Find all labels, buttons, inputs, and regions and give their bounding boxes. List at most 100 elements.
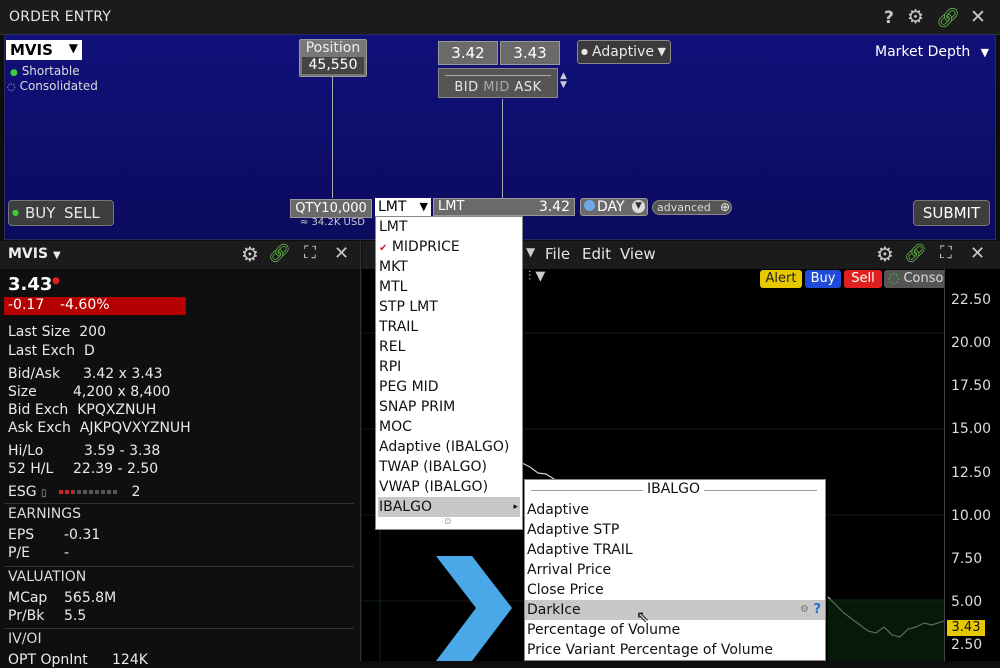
link-icon[interactable]: 🔗︎ [904,243,927,264]
esg-row: ESG ▯ 2 [8,484,141,500]
flag-icon: ✔ [379,243,388,254]
menu-item[interactable]: REL [378,337,520,357]
chevron-down-icon: ▼ [419,200,428,213]
submenu-item[interactable]: Percentage of Volume [525,620,825,640]
consolidated-toggle[interactable]: ◌ Consolidated [7,79,98,93]
menu-item[interactable]: VWAP (IBALGO) [378,477,520,497]
submenu-item[interactable]: Price Variant Percentage of Volume [525,640,825,660]
submenu-item-highlighted[interactable]: DarkIce ⚙ ? [525,600,825,620]
y-axis-label: 12.50 [951,465,992,481]
quote-row: EPS -0.31 [8,527,101,543]
valuation-header: VALUATION [8,569,87,585]
y-axis-label: 5.00 [951,594,983,610]
ibalgo-submenu: IBALGO Adaptive Adaptive STP Adaptive TR… [524,479,826,661]
y-axis-label: 2.50 [951,637,983,653]
time-in-force-select[interactable]: DAY ▼ [580,198,648,216]
menu-view[interactable]: View [620,245,656,263]
quote-row: P/E - [8,545,70,561]
y-axis-label: 22.50 [951,292,992,308]
advanced-toggle[interactable]: advanced ⊕ [652,200,732,215]
menu-item[interactable]: STP LMT [378,297,520,317]
position-value: 45,550 [302,57,364,74]
menu-item[interactable]: MOC [378,417,520,437]
submenu-arrow-icon: ▸ [513,502,518,512]
menu-file[interactable]: File [545,245,570,263]
menu-item-selected[interactable]: IBALGO ▸ [378,497,520,517]
stepper-icon[interactable]: ▲ ▼ [560,72,567,90]
close-icon[interactable]: ✕ [970,6,986,28]
y-axis-label: 20.00 [951,335,992,351]
submenu-title: IBALGO [643,481,704,497]
price-connector [502,99,503,198]
algo-selector-button[interactable]: ● Adaptive ▼ [577,40,671,64]
chevron-down-icon: ▼ [980,46,990,59]
submenu-item[interactable]: Arrival Price [525,560,825,580]
y-axis-label: 15.00 [951,421,992,437]
chevron-right-icon [436,556,512,661]
expand-icon[interactable]: ⛶ [304,243,316,263]
link-icon[interactable]: 🔗︎ [268,243,291,264]
symbol-input[interactable]: MVIS ▼ [6,40,82,60]
menu-item[interactable]: PEG MID [378,377,520,397]
link-icon[interactable]: 🔗︎ [936,6,960,29]
quote-row: Last Size 200 [8,324,106,340]
green-dot-icon: ● [12,208,19,217]
document-icon: ▯ [41,488,47,499]
menu-item[interactable]: LMT [378,217,520,237]
bid-mid-ask-slider[interactable]: BID MID ASK [438,68,558,98]
menu-item[interactable]: RPI [378,357,520,377]
order-type-select[interactable]: LMT ▼ [375,198,431,216]
gear-icon[interactable]: ⚙ [241,242,259,266]
ivoi-header: IV/OI [8,631,42,647]
help-icon[interactable]: ? [813,600,821,620]
quantity-usd-estimate: ≈ 34.2K USD [300,217,365,228]
limit-price-value: 3.42 [538,199,570,215]
plus-icon: ⊕ [719,200,730,214]
expand-icon[interactable]: ⛶ [940,243,952,263]
chevron-down-icon: ▼ [657,45,666,58]
menu-item[interactable]: Adaptive (IBALGO) [378,437,520,457]
chevron-down-icon[interactable]: ▼ [526,245,535,259]
submenu-item[interactable]: Adaptive TRAIL [525,540,825,560]
submenu-item[interactable]: Adaptive STP [525,520,825,540]
market-depth-toggle[interactable]: Market Depth ▼ [875,44,989,60]
submit-button[interactable]: SUBMIT [913,200,990,226]
scroll-down-icon[interactable]: ⊙ [444,517,452,527]
submenu-item[interactable]: Adaptive [525,500,825,520]
close-icon[interactable]: ✕ [970,243,985,264]
quote-symbol-select[interactable]: MVIS ▼ [8,246,61,262]
green-dot-icon: ● [10,68,18,78]
order-entry-title: ORDER ENTRY [9,9,112,25]
submenu-item[interactable]: Close Price [525,580,825,600]
quote-row: Ask Exch AJKPQVXYZNUH [8,420,191,436]
mid-label: MID [483,80,510,95]
menu-item[interactable]: MKT [378,257,520,277]
bid-label: BID [454,80,479,95]
quantity-field[interactable]: QTY10,000 [290,199,372,218]
quote-row: Pr/Bk 5.5 [8,608,87,624]
symbol-text: MVIS [10,41,53,59]
menu-item[interactable]: ✔ MIDPRICE [378,237,520,257]
gear-icon[interactable]: ⚙ [876,242,894,266]
bid-price[interactable]: 3.42 [438,41,498,65]
settings-icon[interactable]: ⚙ [800,600,809,620]
help-icon[interactable]: ? [884,8,894,28]
change-bar: -0.17 -4.60% [4,297,186,315]
position-label: Position [305,40,361,56]
limit-price-field[interactable]: LMT 3.42 [433,198,575,216]
menu-item[interactable]: TWAP (IBALGO) [378,457,520,477]
close-icon[interactable]: ✕ [334,243,349,264]
position-connector [332,76,333,198]
gear-icon[interactable]: ⚙ [907,6,924,28]
buy-sell-toggle[interactable]: ● BUY SELL [8,200,114,226]
ask-price[interactable]: 3.43 [500,41,560,65]
menu-edit[interactable]: Edit [582,245,611,263]
menu-item[interactable]: MTL [378,277,520,297]
ask-label: ASK [514,80,542,95]
quote-row: 52 H/L 22.39 - 2.50 [8,461,159,477]
sell-label[interactable]: SELL [64,201,100,225]
buy-label[interactable]: BUY [25,201,55,225]
y-axis-label: 10.00 [951,508,992,524]
menu-item[interactable]: SNAP PRIM [378,397,520,417]
menu-item[interactable]: TRAIL [378,317,520,337]
